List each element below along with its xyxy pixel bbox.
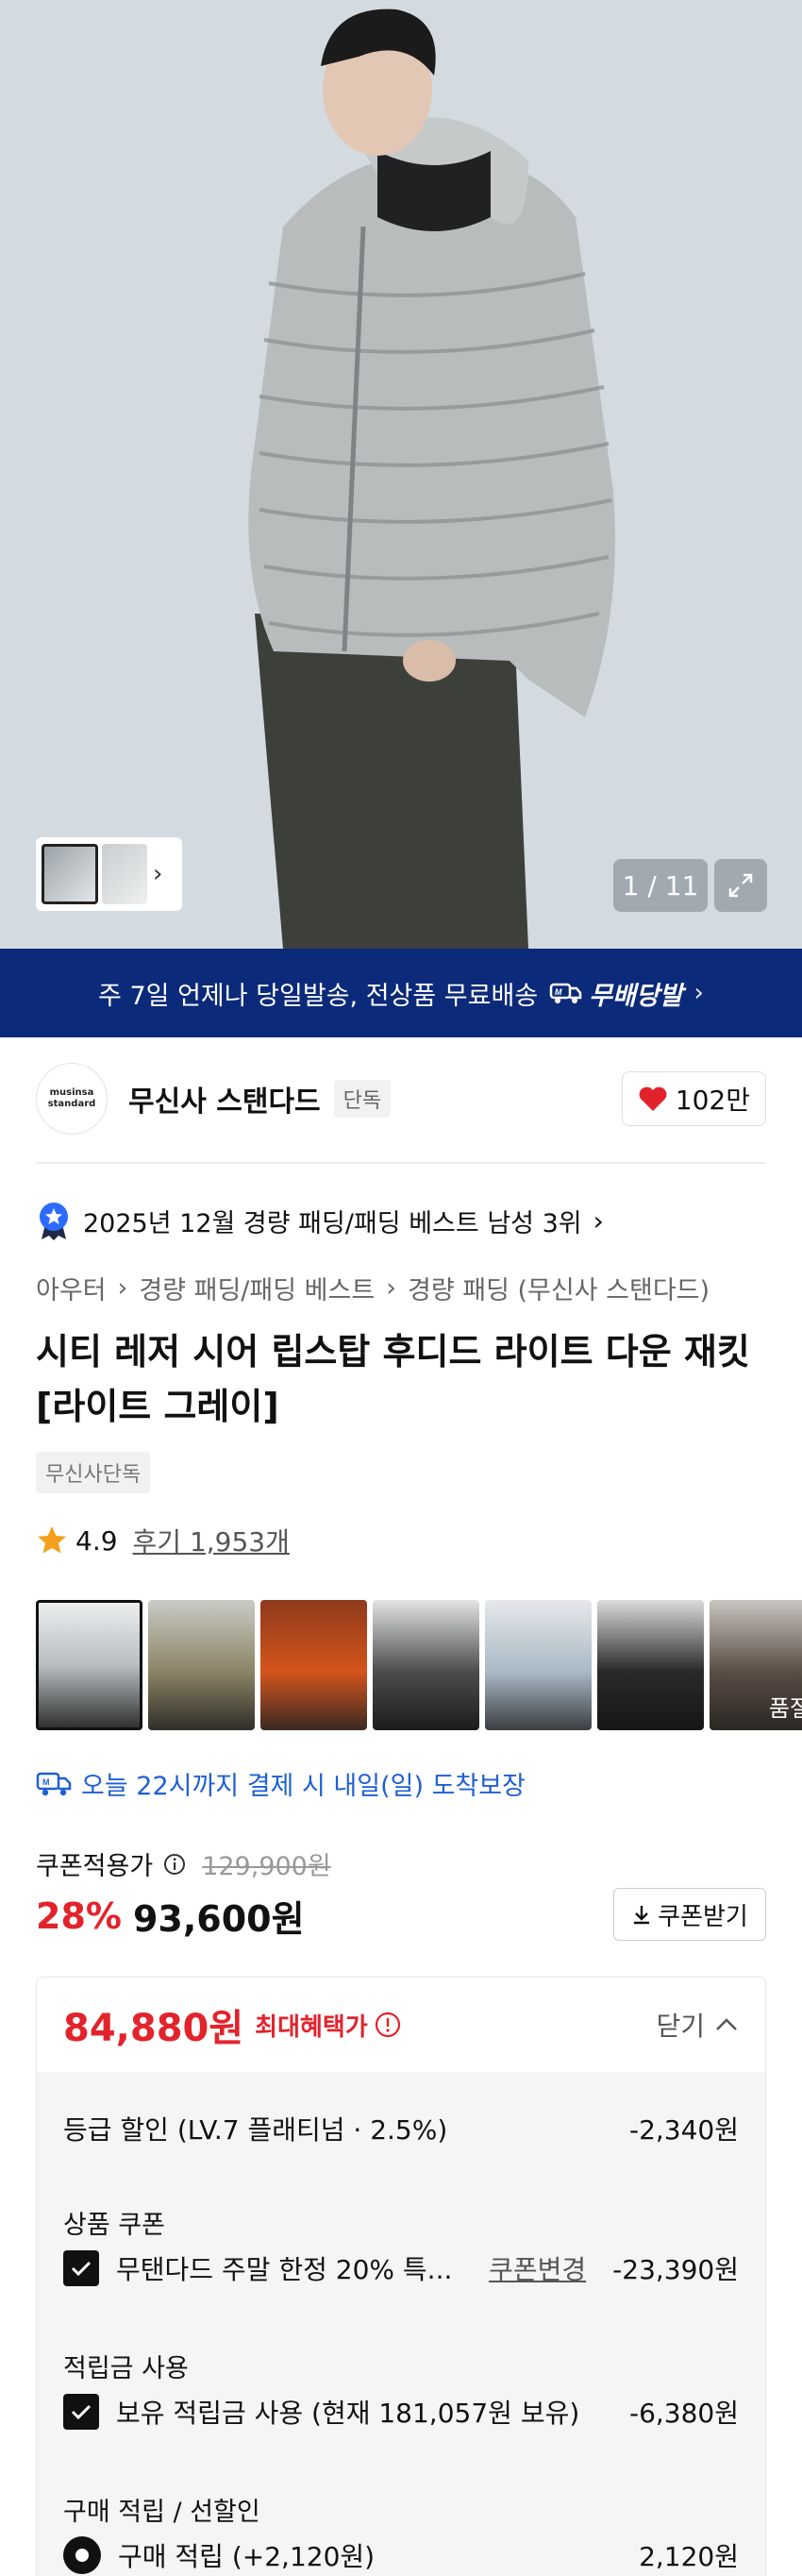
purchase-title: 구매 적립 / 선할인 (63, 2498, 260, 2527)
color-option-charcoal[interactable] (373, 1600, 479, 1730)
logo-text-1: musinsa (49, 1087, 94, 1098)
model-photo (0, 0, 802, 949)
color-option-light-gray[interactable] (36, 1600, 142, 1730)
thumbnail-current[interactable] (42, 844, 98, 904)
points-text: 보유 적립금 사용 (현재 181,057원 보유) (116, 2398, 580, 2429)
star-icon (38, 1526, 66, 1554)
chevron-up-icon (716, 2018, 737, 2030)
chevron-right-icon: › (386, 1273, 396, 1303)
points-title: 적립금 사용 (63, 2354, 189, 2383)
banner-brand: M 무배당발 (549, 975, 683, 1012)
like-count: 102만 (675, 1085, 750, 1116)
brand-logo[interactable]: musinsa standard (36, 1063, 108, 1135)
purchase-reward-row: 구매 적립 (+2,120원) 2,120원 (63, 2536, 739, 2574)
grade-discount-label: 등급 할인 (LV.7 플래티넘 · 2.5%) (63, 2114, 448, 2146)
points-section-title: 적립금 사용 (63, 2348, 739, 2384)
thumbnail-next[interactable] (102, 844, 147, 904)
best-text: 2025년 12월 경량 패딩/패딩 베스트 남성 3위 (83, 1208, 582, 1238)
chevron-right-icon[interactable]: › (153, 860, 162, 888)
close-label: 닫기 (656, 2011, 705, 2042)
coupon-price-label: 쿠폰적용가 (36, 1852, 154, 1881)
banner-text: 주 7일 언제나 당일발송, 전상품 무료배송 (98, 981, 539, 1011)
like-button[interactable]: 102만 (621, 1071, 766, 1126)
award-badge-icon (40, 1203, 68, 1240)
breadcrumb-item[interactable]: 경량 패딩/패딩 베스트 (139, 1270, 375, 1306)
info-icon (375, 2012, 400, 2038)
purchase-reward-text: 구매 적립 (+2,120원) (118, 2541, 376, 2572)
final-price: 93,600원 (132, 1898, 305, 1940)
banner-brand-label: 무배당발 (589, 981, 683, 1011)
rating-score: 4.9 (75, 1524, 118, 1557)
benefit-close-button[interactable]: 닫기 (656, 2006, 739, 2044)
color-options: 품절 (36, 1600, 802, 1730)
coupon-name: 무탠다드 주말 한정 20% 특... (116, 2254, 453, 2285)
price-row: 28% 93,600원 (36, 1890, 305, 1942)
chevron-right-icon: › (117, 1273, 128, 1303)
points-amount: -6,380원 (628, 2398, 739, 2429)
product-hero-image[interactable]: › 1 / 11 (0, 0, 802, 949)
points-checkbox[interactable] (63, 2394, 99, 2430)
image-thumbnail-strip[interactable]: › (36, 837, 182, 911)
benefit-header: 84,880원 최대혜택가 닫기 (37, 1978, 765, 2072)
max-benefit-panel: 84,880원 최대혜택가 닫기 등급 할인 (LV.7 플래티넘 · 2.5%… (36, 1977, 766, 2576)
check-icon (71, 2261, 92, 2277)
breadcrumb: 아우터 › 경량 패딩/패딩 베스트 › 경량 패딩 (무신사 스탠다드) (36, 1270, 710, 1306)
benefit-body: 등급 할인 (LV.7 플래티넘 · 2.5%) -2,340원 상품 쿠폰 무… (37, 2072, 765, 2576)
grade-discount-amount: -2,340원 (628, 2114, 739, 2146)
breadcrumb-item[interactable]: 경량 패딩 (무신사 스탠다드) (408, 1270, 710, 1306)
exclusive-tag: 단독 (333, 1080, 392, 1118)
svg-text:M: M (555, 987, 562, 997)
original-price: 129,900원 (202, 1852, 331, 1881)
purchase-reward-amount: 2,120원 (639, 2541, 739, 2572)
download-icon (634, 1906, 650, 1925)
coupon-amount: -23,390원 (612, 2254, 739, 2285)
truck-icon: M (549, 983, 582, 1003)
coupon-change-link[interactable]: 쿠폰변경 (489, 2249, 586, 2287)
brand-name[interactable]: 무신사 스탠다드 (128, 1078, 321, 1120)
divider (36, 1162, 766, 1164)
coupon-download-button[interactable]: 쿠폰받기 (613, 1888, 766, 1941)
svg-text:M: M (42, 1777, 50, 1787)
breadcrumb-item[interactable]: 아우터 (36, 1270, 107, 1306)
color-option-brown-soldout[interactable]: 품절 (710, 1600, 802, 1730)
price-label-row: 쿠폰적용가 129,900원 (36, 1845, 331, 1882)
coupon-row: 무탠다드 주말 한정 20% 특... 쿠폰변경 -23,390원 (63, 2249, 739, 2287)
color-option-black[interactable] (597, 1600, 704, 1730)
color-option-khaki[interactable] (148, 1600, 255, 1730)
discount-rate: 28% (36, 1894, 122, 1937)
purchase-reward-radio[interactable] (63, 2536, 101, 2574)
coupon-button-label: 쿠폰받기 (658, 1902, 748, 1931)
shipping-banner[interactable]: 주 7일 언제나 당일발송, 전상품 무료배송 M 무배당발 › (0, 949, 802, 1037)
color-option-orange[interactable] (260, 1600, 367, 1730)
delivery-truck-icon: M (36, 1772, 72, 1795)
soldout-label: 품절 (768, 1695, 802, 1722)
coupon-section-title: 상품 쿠폰 (63, 2204, 739, 2241)
coupon-title: 상품 쿠폰 (63, 2211, 165, 2240)
max-benefit-price: 84,880원 (63, 2007, 244, 2050)
delivery-text: 오늘 22시까지 결제 시 내일(일) 도착보장 (81, 1772, 526, 1801)
grade-discount-row: 등급 할인 (LV.7 플래티넘 · 2.5%) -2,340원 (63, 2110, 739, 2147)
review-count-link[interactable]: 후기 1,953개 (133, 1522, 290, 1559)
points-row: 보유 적립금 사용 (현재 181,057원 보유) -6,380원 (63, 2393, 739, 2431)
chevron-right-icon: › (593, 1204, 604, 1237)
coupon-checkbox[interactable] (63, 2250, 99, 2286)
rating[interactable]: 4.9 후기 1,953개 (36, 1522, 290, 1559)
brand-row: musinsa standard 무신사 스탠다드 단독 102만 (36, 1055, 766, 1142)
image-counter: 1 / 11 (613, 859, 708, 912)
chevron-right-icon: › (693, 979, 704, 1007)
max-benefit-label-text: 최대혜택가 (255, 2012, 368, 2042)
logo-text-2: standard (47, 1099, 96, 1109)
color-option-sky-blue[interactable] (485, 1600, 592, 1730)
exclusive-badge: 무신사단독 (36, 1452, 151, 1493)
check-icon (71, 2404, 92, 2420)
best-ranking[interactable]: 2025년 12월 경량 패딩/패딩 베스트 남성 3위 › (36, 1197, 604, 1244)
info-icon (164, 1853, 186, 1875)
expand-icon[interactable] (714, 859, 767, 912)
purchase-section-title: 구매 적립 / 선할인 (63, 2491, 739, 2528)
heart-icon (639, 1086, 667, 1111)
max-benefit-label: 최대혜택가 (255, 2008, 402, 2043)
delivery-guarantee[interactable]: M 오늘 22시까지 결제 시 내일(일) 도착보장 (36, 1765, 526, 1802)
product-title: 시티 레저 시어 립스탑 후디드 라이트 다운 재킷 [라이트 그레이] (36, 1331, 750, 1427)
